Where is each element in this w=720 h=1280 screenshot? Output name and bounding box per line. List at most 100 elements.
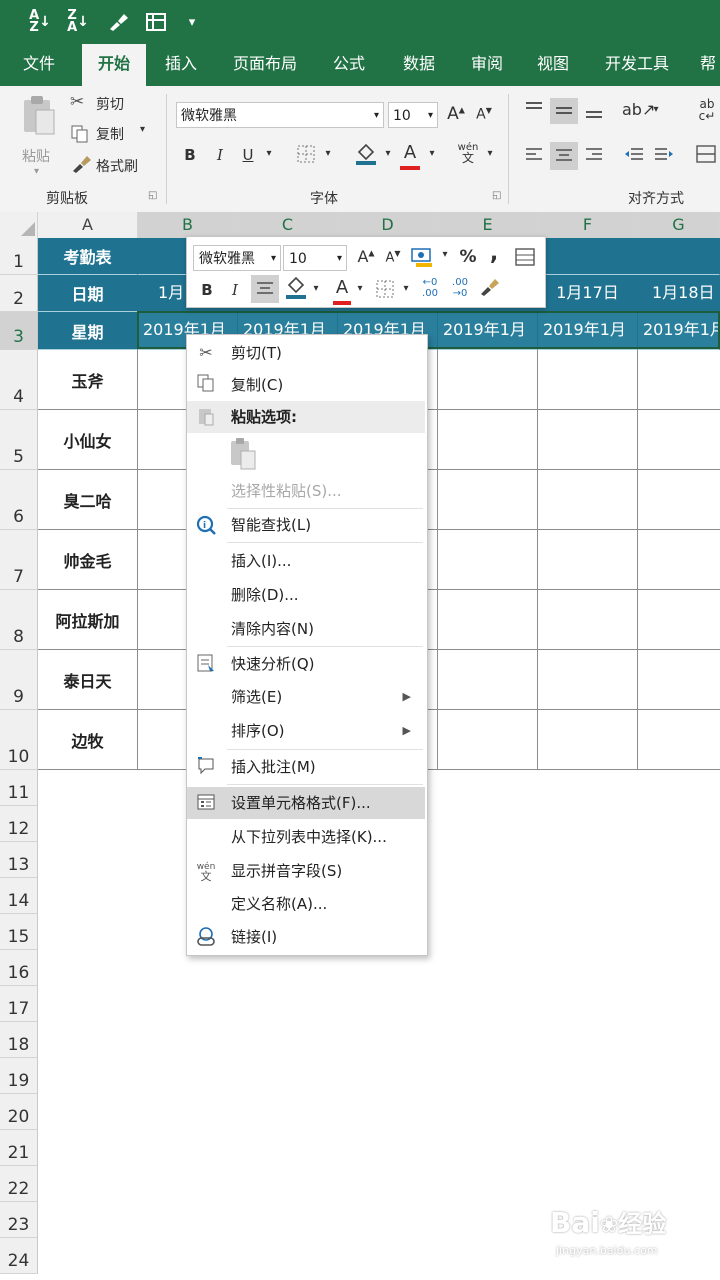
cell-a10[interactable]: 边牧 <box>38 710 138 770</box>
row-header-10[interactable]: 10 <box>0 710 38 770</box>
mini-shrink-font-button[interactable]: A▼ <box>383 249 403 265</box>
menu-item-copy[interactable]: 复制(C) <box>187 369 425 401</box>
row-header-23[interactable]: 23 <box>0 1202 38 1238</box>
italic-button[interactable]: I <box>210 146 230 164</box>
mini-italic-button[interactable]: I <box>225 281 245 299</box>
tab-home[interactable]: 开始 <box>82 44 146 86</box>
column-header-e[interactable]: E <box>438 212 538 238</box>
row-header-22[interactable]: 22 <box>0 1166 38 1202</box>
bottom-align-button[interactable] <box>582 100 606 124</box>
dialog-launcher-icon[interactable]: ◱ <box>148 190 157 201</box>
menu-item-smart-lookup[interactable]: i 智能查找(L) <box>187 509 425 541</box>
font-name-box[interactable]: 微软雅黑 ▾ <box>176 102 384 128</box>
cell-a6[interactable]: 臭二哈 <box>38 470 138 530</box>
column-header-c[interactable]: C <box>238 212 338 238</box>
tab-data[interactable]: 数据 <box>388 44 450 86</box>
format-painter-qat-button[interactable] <box>104 8 132 36</box>
column-header-a[interactable]: A <box>38 212 138 238</box>
row-header-12[interactable]: 12 <box>0 806 38 842</box>
menu-item-clear-contents[interactable]: 清除内容(N) <box>187 613 425 645</box>
bold-button[interactable]: B <box>180 146 200 164</box>
tab-help[interactable]: 帮 <box>696 44 720 86</box>
tab-page-layout[interactable]: 页面布局 <box>224 44 306 86</box>
underline-button[interactable]: U <box>238 146 258 164</box>
row-header-7[interactable]: 7 <box>0 530 38 590</box>
grow-font-button[interactable]: A▲ <box>446 104 466 124</box>
copy-button[interactable]: 复制 ▾ <box>70 122 160 146</box>
menu-item-paste-special[interactable]: 选择性粘贴(S)... <box>187 475 425 507</box>
paste-button[interactable]: 粘贴 ▾ <box>16 94 62 178</box>
column-header-f[interactable]: F <box>538 212 638 238</box>
mini-font-color-button[interactable]: A <box>331 277 353 305</box>
font-size-box[interactable]: 10 ▾ <box>388 102 438 128</box>
align-left-button[interactable] <box>522 146 546 168</box>
increase-indent-button[interactable] <box>652 146 676 168</box>
mini-fill-dropdown[interactable]: ▾ <box>311 283 321 294</box>
cell-a9[interactable]: 泰日天 <box>38 650 138 710</box>
top-align-button[interactable] <box>522 100 546 122</box>
row-header-18[interactable]: 18 <box>0 1022 38 1058</box>
row-header-14[interactable]: 14 <box>0 878 38 914</box>
row-header-17[interactable]: 17 <box>0 986 38 1022</box>
mini-fill-color-button[interactable] <box>283 275 309 305</box>
mini-borders-button[interactable] <box>373 279 397 303</box>
decrease-indent-button[interactable] <box>622 146 646 168</box>
mini-font-color-dropdown[interactable]: ▾ <box>355 283 365 294</box>
menu-item-sort[interactable]: 排序(O) ▶ <box>187 715 425 747</box>
merge-center-button[interactable] <box>694 144 718 168</box>
row-header-15[interactable]: 15 <box>0 914 38 950</box>
cell-a8[interactable]: 阿拉斯加 <box>38 590 138 650</box>
cell-a1[interactable]: 考勤表 <box>38 238 138 275</box>
menu-item-delete[interactable]: 删除(D)... <box>187 579 425 611</box>
menu-item-pick-from-list[interactable]: 从下拉列表中选择(K)... <box>187 821 425 853</box>
mini-accounting-format-button[interactable] <box>409 245 437 273</box>
align-right-button[interactable] <box>582 146 606 168</box>
tab-view[interactable]: 视图 <box>522 44 584 86</box>
wrap-text-button[interactable]: ab c↵ <box>694 98 720 122</box>
row-header-13[interactable]: 13 <box>0 842 38 878</box>
row-header-21[interactable]: 21 <box>0 1130 38 1166</box>
row-header-11[interactable]: 11 <box>0 770 38 806</box>
fill-color-dropdown[interactable]: ▾ <box>382 148 394 159</box>
cell-a3[interactable]: 星期 <box>38 312 138 350</box>
mini-decrease-decimal-button[interactable]: .00 →0 <box>447 277 473 299</box>
menu-item-show-phonetic[interactable]: wén 文 显示拼音字段(S) <box>187 855 425 887</box>
shrink-font-button[interactable]: A▼ <box>474 106 494 123</box>
mini-format-painter-button[interactable] <box>477 277 501 301</box>
row-header-6[interactable]: 6 <box>0 470 38 530</box>
mini-percent-button[interactable]: % <box>457 247 479 267</box>
phonetic-dropdown[interactable]: ▾ <box>484 148 496 159</box>
phonetic-guide-button[interactable]: wén 文 <box>454 142 482 164</box>
mini-comma-button[interactable]: , <box>485 241 503 266</box>
customize-qat-dropdown[interactable]: ▾ <box>182 8 202 36</box>
mini-center-button[interactable] <box>251 275 279 303</box>
dialog-launcher-icon[interactable]: ◱ <box>492 190 501 201</box>
cell-a2[interactable]: 日期 <box>38 275 138 312</box>
tab-developer[interactable]: 开发工具 <box>596 44 678 86</box>
row-header-19[interactable]: 19 <box>0 1058 38 1094</box>
menu-item-link[interactable]: 链接(I) <box>187 921 425 953</box>
row-header-16[interactable]: 16 <box>0 950 38 986</box>
select-all-corner[interactable] <box>0 212 38 238</box>
menu-item-format-cells[interactable]: 设置单元格格式(F)... <box>187 787 425 819</box>
font-color-button[interactable]: A <box>398 142 422 170</box>
underline-dropdown[interactable]: ▾ <box>262 148 276 159</box>
cell-g3[interactable]: 2019年1月 <box>638 312 720 350</box>
tab-review[interactable]: 审阅 <box>456 44 518 86</box>
middle-align-button[interactable] <box>550 98 578 124</box>
row-header-4[interactable]: 4 <box>0 350 38 410</box>
mini-accounting-dropdown[interactable]: ▾ <box>439 249 451 260</box>
cell-a4[interactable]: 玉斧 <box>38 350 138 410</box>
column-header-g[interactable]: G <box>638 212 720 238</box>
mini-font-name-box[interactable]: 微软雅黑 ▾ <box>193 245 281 271</box>
cell-g2[interactable]: 1月18日 <box>638 275 720 312</box>
tab-insert[interactable]: 插入 <box>150 44 212 86</box>
paste-option-button[interactable] <box>227 437 261 473</box>
cell-e3[interactable]: 2019年1月 <box>438 312 538 350</box>
menu-item-define-name[interactable]: 定义名称(A)... <box>187 888 425 920</box>
menu-item-quick-analysis[interactable]: 快速分析(Q) <box>187 648 425 680</box>
fill-color-button[interactable] <box>352 142 380 170</box>
mini-format-cells-button[interactable] <box>513 247 537 271</box>
cell-a5[interactable]: 小仙女 <box>38 410 138 470</box>
menu-item-cut[interactable]: ✂ 剪切(T) <box>187 337 425 369</box>
